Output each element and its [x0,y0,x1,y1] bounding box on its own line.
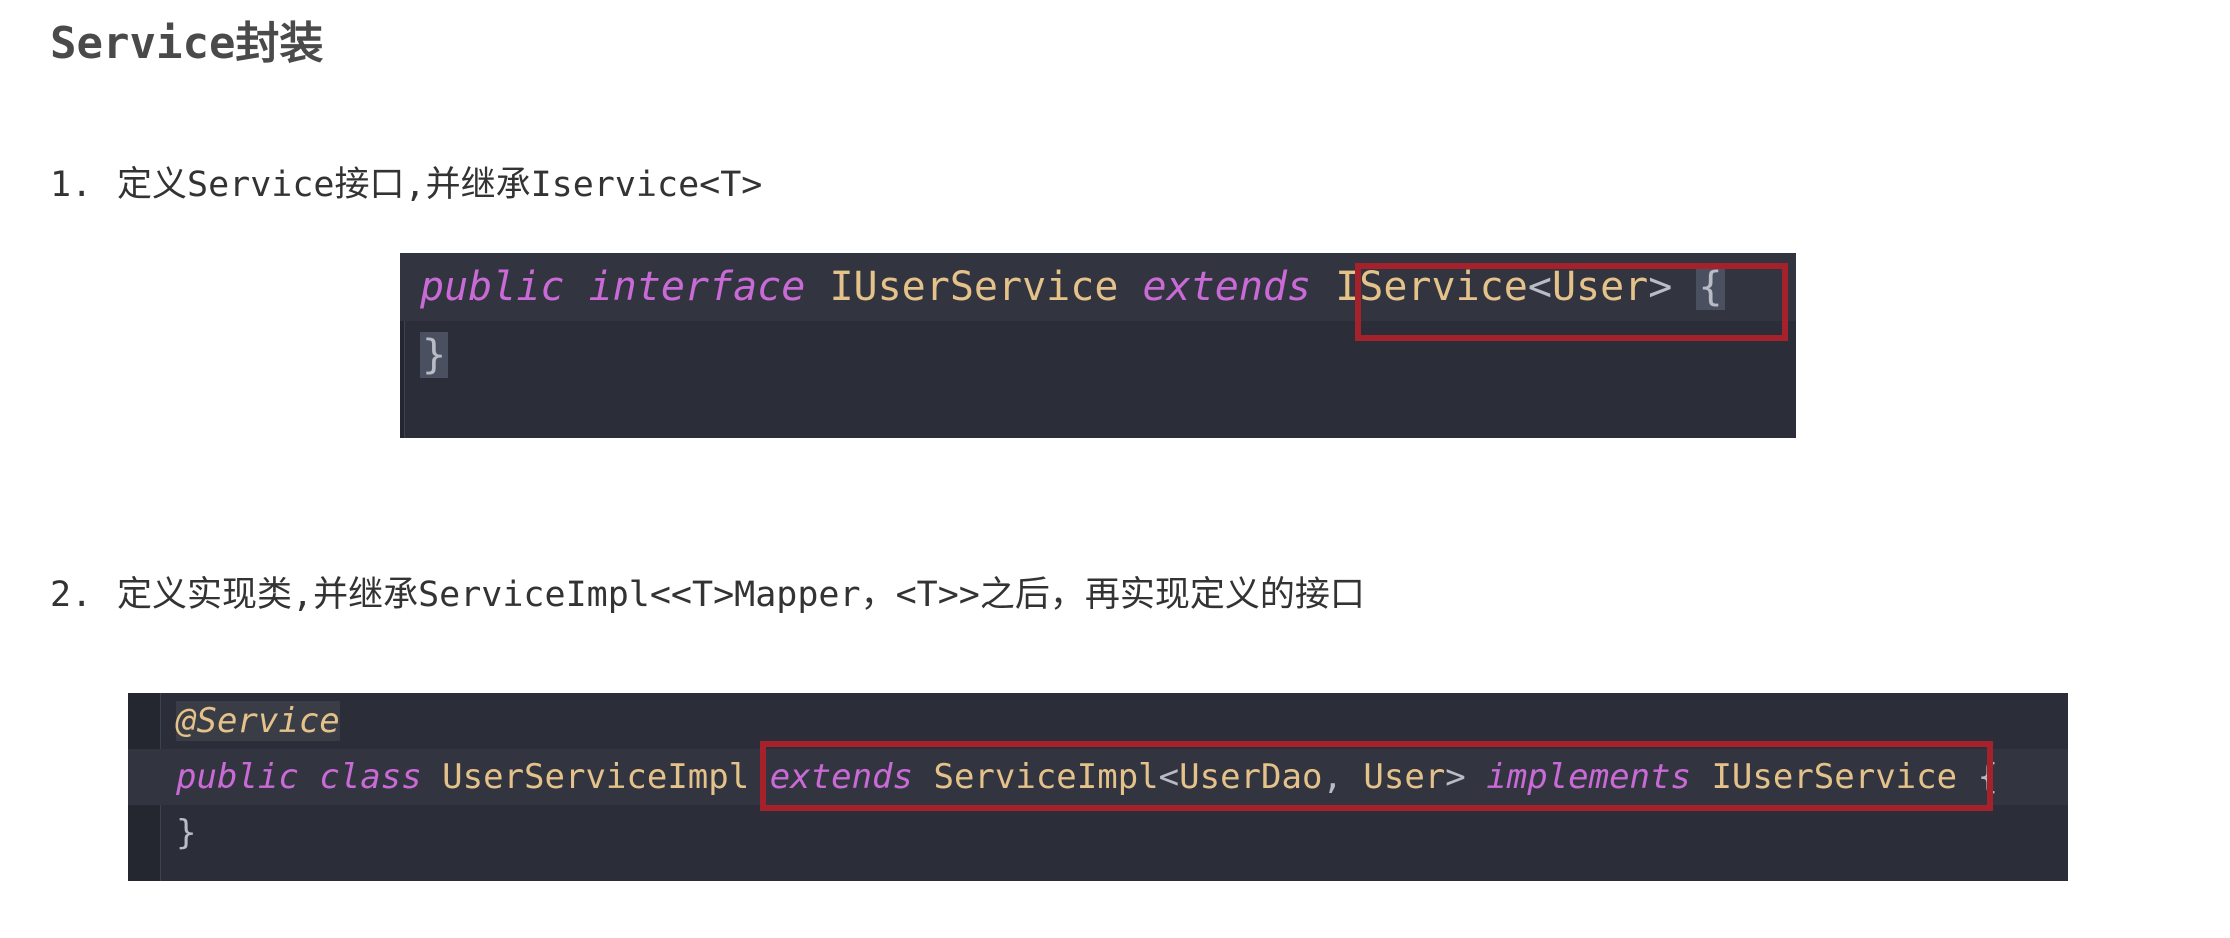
code-block-interface: public interface IUserService extends IS… [400,253,1796,438]
step-number: 1. [50,165,93,205]
step-text: 定义Service接口,并继承Iservice<T> [117,165,763,205]
code-line: } [420,332,449,378]
code-block-impl: @Service public class UserServiceImpl ex… [128,693,2068,881]
step-text: 定义实现类,并继承ServiceImpl<<T>Mapper，<T>>之后，再实… [117,575,1365,615]
step-1: 1. 定义Service接口,并继承Iservice<T> [50,160,762,210]
section-title: Service封装 [50,18,324,69]
step-number: 2. [50,575,93,615]
code-line: } [176,813,197,853]
code-line: @Service [176,701,340,741]
code-line: public interface IUserService extends IS… [400,253,1796,321]
code-line: public class UserServiceImpl extends Ser… [128,749,2068,805]
step-2: 2. 定义实现类,并继承ServiceImpl<<T>Mapper，<T>>之后，… [50,570,1365,620]
